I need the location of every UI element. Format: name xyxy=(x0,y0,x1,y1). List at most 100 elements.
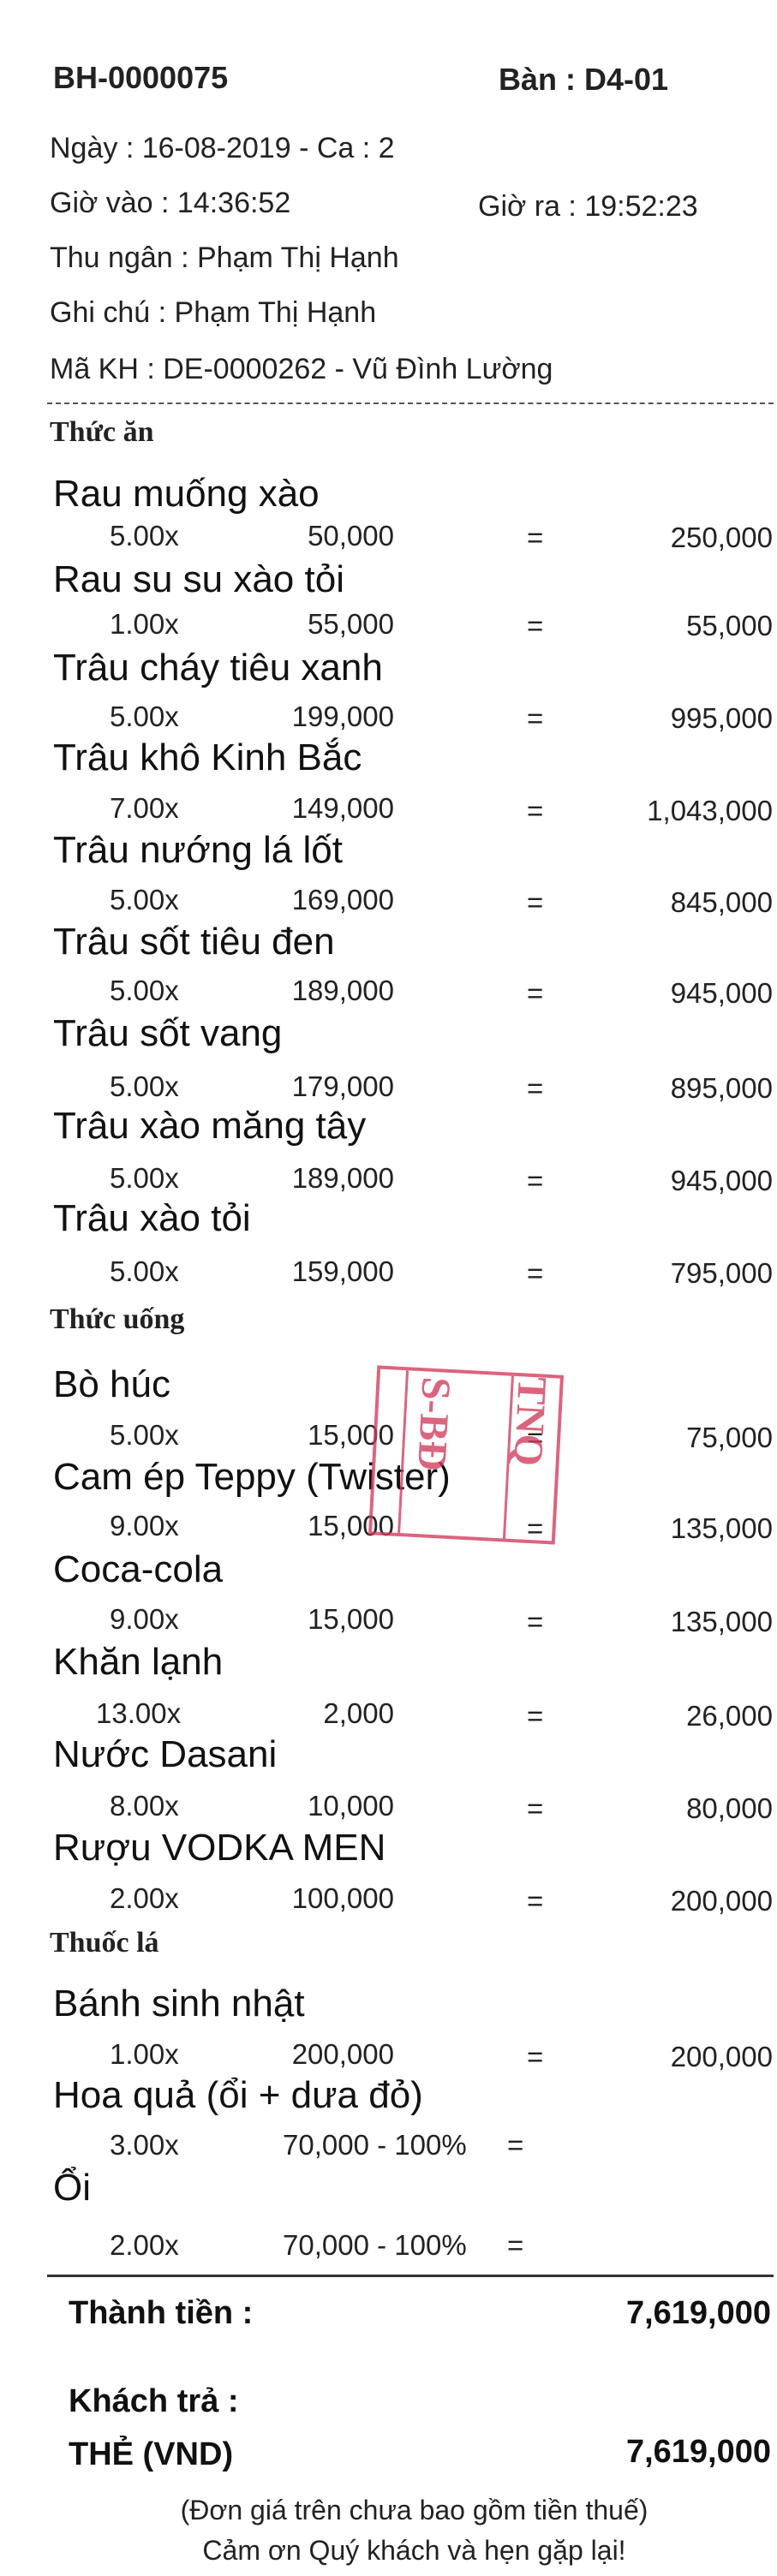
stamp-text: S-BĐ xyxy=(409,1375,459,1472)
item-name: Trâu sốt vang xyxy=(53,1012,283,1054)
equals-sign: = xyxy=(527,1792,544,1824)
item-price: 179,000 xyxy=(291,1070,394,1102)
time-in: Giờ vào : 14:36:52 xyxy=(50,187,291,219)
section-food: Thức ăn xyxy=(50,416,154,448)
customer: Mã KH : DE-0000262 - Vũ Đình Lường xyxy=(50,353,553,385)
equals-sign: = xyxy=(527,610,544,641)
equals-sign: = xyxy=(527,795,544,826)
item-price: 200,000 xyxy=(291,2038,394,2070)
item-qty: 13.00x xyxy=(96,1697,182,1729)
item-price: 169,000 xyxy=(291,884,394,915)
thank-you: Cảm ơn Quý khách và hẹn gặp lại! xyxy=(202,2535,626,2566)
item-name: Trâu nướng lá lốt xyxy=(53,829,343,871)
item-total: 845,000 xyxy=(670,886,773,918)
item-price: 10,000 xyxy=(308,1790,394,1822)
item-qty: 5.00x xyxy=(110,1419,179,1451)
item-price: 100,000 xyxy=(291,1882,394,1914)
time-out: Giờ ra : 19:52:23 xyxy=(478,190,698,223)
item-qty: 1.00x xyxy=(110,2038,179,2070)
item-price: 55,000 xyxy=(308,608,394,640)
divider xyxy=(47,402,774,404)
equals-sign: = xyxy=(527,1165,544,1196)
item-price: 199,000 xyxy=(291,701,394,732)
payment-method: THẺ (VND) xyxy=(69,2436,234,2472)
item-qty: 5.00x xyxy=(110,701,179,732)
item-total: 80,000 xyxy=(686,1792,773,1824)
item-qty: 5.00x xyxy=(110,975,179,1006)
item-price: 15,000 xyxy=(308,1603,394,1635)
equals-sign: = xyxy=(527,2041,544,2072)
paid-value: 7,619,000 xyxy=(625,2434,771,2470)
item-qty: 1.00x xyxy=(110,608,179,640)
item-total: 55,000 xyxy=(686,610,773,641)
item-total: 75,000 xyxy=(686,1422,773,1453)
item-price: 159,000 xyxy=(291,1255,394,1287)
equals-sign: = xyxy=(527,1257,544,1289)
item-qty: 2.00x xyxy=(110,1882,179,1914)
date-shift: Ngày : 16-08-2019 - Ca : 2 xyxy=(50,132,395,164)
item-price: 189,000 xyxy=(291,1162,394,1194)
item-total: 895,000 xyxy=(670,1072,773,1104)
subtotal-label: Thành tiền : xyxy=(69,2295,254,2331)
item-qty: 5.00x xyxy=(110,520,179,552)
equals-sign: = xyxy=(527,1885,544,1917)
item-name: Bánh sinh nhật xyxy=(53,1983,305,2024)
item-total: 250,000 xyxy=(670,522,773,553)
section-drinks: Thức uống xyxy=(50,1303,185,1335)
equals-sign: = xyxy=(527,977,544,1009)
item-name: Hoa quả (ổi + dưa đỏ) xyxy=(53,2074,423,2116)
equals-sign: = xyxy=(527,1700,544,1732)
table-number: Bàn : D4-01 xyxy=(499,62,669,97)
item-name: Trâu xào măng tây xyxy=(53,1105,367,1147)
item-qty: 5.00x xyxy=(110,1070,179,1102)
item-name: Trâu cháy tiêu xanh xyxy=(53,647,383,689)
item-price: 50,000 xyxy=(308,520,394,552)
item-name: Rượu VODKA MEN xyxy=(53,1827,386,1869)
subtotal-value: 7,619,000 xyxy=(625,2295,771,2331)
item-total: 135,000 xyxy=(670,1512,773,1544)
note: Ghi chú : Phạm Thị Hạnh xyxy=(50,296,377,329)
item-price: 149,000 xyxy=(291,792,394,824)
item-price: 189,000 xyxy=(291,975,394,1006)
item-name: Rau su su xào tỏi xyxy=(53,558,344,600)
equals-sign: = xyxy=(527,702,544,734)
stamp: S-BĐ TNQ xyxy=(368,1365,565,1545)
item-price: 2,000 xyxy=(323,1697,394,1729)
item-qty: 9.00x xyxy=(110,1510,179,1541)
item-qty: 3.00x xyxy=(110,2129,179,2161)
item-name: Trâu xào tỏi xyxy=(53,1197,251,1239)
item-total: 26,000 xyxy=(686,1700,773,1732)
item-qty: 5.00x xyxy=(110,884,179,915)
item-name: Bò húc xyxy=(53,1363,170,1405)
item-name: Khăn lạnh xyxy=(53,1641,224,1683)
item-qty: 2.00x xyxy=(110,2229,179,2261)
equals-sign: = xyxy=(507,2129,524,2161)
item-total: 1,043,000 xyxy=(647,795,773,826)
item-name: Coca-cola xyxy=(53,1548,224,1590)
stamp-text: TNQ xyxy=(505,1375,555,1468)
item-total: 200,000 xyxy=(670,2041,773,2072)
totals-divider xyxy=(47,2275,774,2277)
equals-sign: = xyxy=(507,2229,524,2261)
equals-sign: = xyxy=(527,1072,544,1104)
item-qty: 8.00x xyxy=(110,1790,179,1822)
section-tobacco: Thuốc lá xyxy=(50,1927,159,1959)
item-total: 200,000 xyxy=(670,1885,773,1917)
item-name: Trâu khô Kinh Bắc xyxy=(53,736,362,778)
item-name: Rau muống xào xyxy=(53,473,320,515)
item-name: Trâu sốt tiêu đen xyxy=(53,921,335,963)
equals-sign: = xyxy=(527,1606,544,1637)
tax-note: (Đơn giá trên chưa bao gồm tiền thuế) xyxy=(180,2495,648,2525)
item-qty: 5.00x xyxy=(110,1162,179,1194)
item-total: 945,000 xyxy=(670,977,773,1009)
cashier: Thu ngân : Phạm Thị Hạnh xyxy=(50,242,399,274)
invoice-number: BH-0000075 xyxy=(53,60,229,95)
receipt: BH-0000075 Bàn : D4-01 Ngày : 16-08-2019… xyxy=(0,0,777,2576)
item-name: Nước Dasani xyxy=(53,1733,278,1775)
item-total: 135,000 xyxy=(670,1606,773,1637)
item-qty: 9.00x xyxy=(110,1603,179,1635)
item-qty: 7.00x xyxy=(110,792,179,824)
item-price: 70,000 - 100% xyxy=(283,2229,467,2261)
item-name: Ổi xyxy=(53,2167,91,2209)
item-qty: 5.00x xyxy=(110,1255,179,1287)
